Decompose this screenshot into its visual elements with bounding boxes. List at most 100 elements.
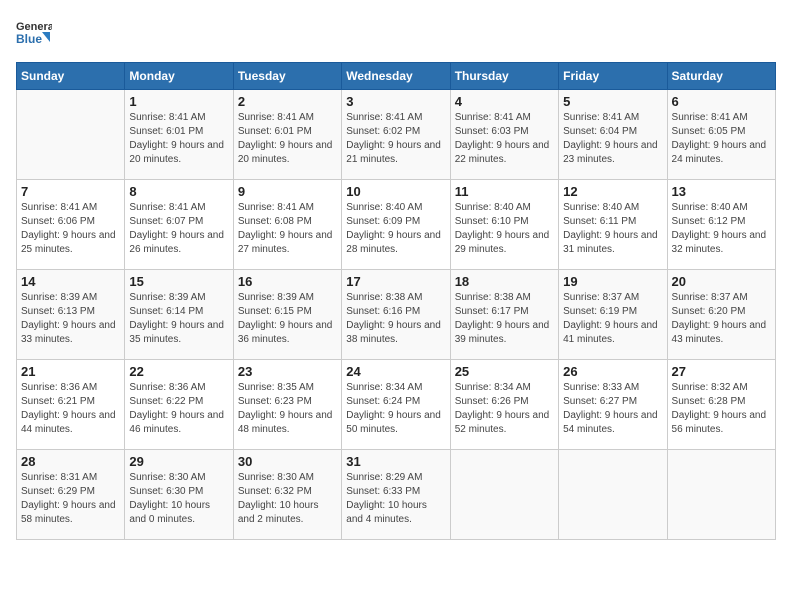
- calendar-week-row: 14Sunrise: 8:39 AMSunset: 6:13 PMDayligh…: [17, 270, 776, 360]
- weekday-header: Monday: [125, 63, 233, 90]
- day-number: 21: [21, 364, 120, 379]
- day-number: 28: [21, 454, 120, 469]
- calendar-cell: 14Sunrise: 8:39 AMSunset: 6:13 PMDayligh…: [17, 270, 125, 360]
- cell-info: Sunrise: 8:41 AMSunset: 6:05 PMDaylight:…: [672, 111, 771, 167]
- day-number: 31: [346, 454, 445, 469]
- day-number: 11: [455, 184, 554, 199]
- calendar-table: SundayMondayTuesdayWednesdayThursdayFrid…: [16, 62, 776, 540]
- calendar-cell: 27 Sunrise: 8:32 AMSunset: 6:28 PMDayligh…: [667, 360, 775, 450]
- calendar-cell: 8Sunrise: 8:41 AMSunset: 6:07 PMDaylight…: [125, 180, 233, 270]
- day-number: 23: [238, 364, 337, 379]
- day-number: 4: [455, 94, 554, 109]
- svg-text:Blue: Blue: [16, 32, 42, 46]
- calendar-cell: 16 Sunrise: 8:39 AMSunset: 6:15 PMDayligh…: [233, 270, 341, 360]
- calendar-cell: 4 Sunrise: 8:41 AMSunset: 6:03 PMDaylight…: [450, 90, 558, 180]
- calendar-header: SundayMondayTuesdayWednesdayThursdayFrid…: [17, 63, 776, 90]
- cell-info: Sunrise: 8:39 AMSunset: 6:15 PMDaylight:…: [238, 291, 337, 347]
- day-number: 16: [238, 274, 337, 289]
- calendar-body: 1 Sunrise: 8:41 AMSunset: 6:01 PMDaylight…: [17, 90, 776, 540]
- calendar-cell: 18 Sunrise: 8:38 AMSunset: 6:17 PMDayligh…: [450, 270, 558, 360]
- day-number: 15: [129, 274, 228, 289]
- day-number: 13: [672, 184, 771, 199]
- cell-info: Sunrise: 8:30 AMSunset: 6:32 PMDaylight:…: [238, 471, 337, 527]
- cell-info: Sunrise: 8:41 AMSunset: 6:01 PMDaylight:…: [238, 111, 337, 167]
- calendar-cell: 29 Sunrise: 8:30 AMSunset: 6:30 PMDayligh…: [125, 450, 233, 540]
- cell-info: Sunrise: 8:41 AMSunset: 6:06 PMDaylight:…: [21, 201, 120, 257]
- cell-info: Sunrise: 8:30 AMSunset: 6:30 PMDaylight:…: [129, 471, 228, 527]
- calendar-cell: 28 Sunrise: 8:31 AMSunset: 6:29 PMDayligh…: [17, 450, 125, 540]
- cell-info: Sunrise: 8:33 AMSunset: 6:27 PMDaylight:…: [563, 381, 662, 437]
- calendar-cell: 20 Sunrise: 8:37 AMSunset: 6:20 PMDayligh…: [667, 270, 775, 360]
- logo-mark: General Blue: [16, 16, 52, 52]
- logo-icon: General Blue: [16, 16, 52, 52]
- day-number: 14: [21, 274, 120, 289]
- day-number: 20: [672, 274, 771, 289]
- calendar-cell: 11 Sunrise: 8:40 AMSunset: 6:10 PMDayligh…: [450, 180, 558, 270]
- calendar-cell: 26 Sunrise: 8:33 AMSunset: 6:27 PMDayligh…: [559, 360, 667, 450]
- logo: General Blue: [16, 16, 52, 52]
- calendar-cell: [667, 450, 775, 540]
- calendar-cell: 22Sunrise: 8:36 AMSunset: 6:22 PMDayligh…: [125, 360, 233, 450]
- page-header: General Blue: [16, 16, 776, 52]
- cell-info: Sunrise: 8:32 AMSunset: 6:28 PMDaylight:…: [672, 381, 771, 437]
- day-number: 7: [21, 184, 120, 199]
- cell-info: Sunrise: 8:35 AMSunset: 6:23 PMDaylight:…: [238, 381, 337, 437]
- cell-info: Sunrise: 8:31 AMSunset: 6:29 PMDaylight:…: [21, 471, 120, 527]
- calendar-week-row: 28 Sunrise: 8:31 AMSunset: 6:29 PMDayligh…: [17, 450, 776, 540]
- cell-info: Sunrise: 8:29 AMSunset: 6:33 PMDaylight:…: [346, 471, 445, 527]
- cell-info: Sunrise: 8:34 AMSunset: 6:24 PMDaylight:…: [346, 381, 445, 437]
- day-number: 17: [346, 274, 445, 289]
- calendar-cell: 13Sunrise: 8:40 AMSunset: 6:12 PMDayligh…: [667, 180, 775, 270]
- calendar-cell: 10 Sunrise: 8:40 AMSunset: 6:09 PMDayligh…: [342, 180, 450, 270]
- day-number: 3: [346, 94, 445, 109]
- weekday-header: Friday: [559, 63, 667, 90]
- calendar-cell: 7 Sunrise: 8:41 AMSunset: 6:06 PMDaylight…: [17, 180, 125, 270]
- day-number: 27: [672, 364, 771, 379]
- cell-info: Sunrise: 8:41 AMSunset: 6:03 PMDaylight:…: [455, 111, 554, 167]
- weekday-header: Sunday: [17, 63, 125, 90]
- calendar-week-row: 7 Sunrise: 8:41 AMSunset: 6:06 PMDaylight…: [17, 180, 776, 270]
- cell-info: Sunrise: 8:37 AMSunset: 6:20 PMDaylight:…: [672, 291, 771, 347]
- calendar-cell: [450, 450, 558, 540]
- calendar-cell: 9 Sunrise: 8:41 AMSunset: 6:08 PMDaylight…: [233, 180, 341, 270]
- day-number: 6: [672, 94, 771, 109]
- calendar-cell: 3 Sunrise: 8:41 AMSunset: 6:02 PMDaylight…: [342, 90, 450, 180]
- day-number: 19: [563, 274, 662, 289]
- calendar-cell: 12 Sunrise: 8:40 AMSunset: 6:11 PMDayligh…: [559, 180, 667, 270]
- weekday-header: Tuesday: [233, 63, 341, 90]
- cell-info: Sunrise: 8:36 AMSunset: 6:21 PMDaylight:…: [21, 381, 120, 437]
- weekday-header: Saturday: [667, 63, 775, 90]
- day-number: 12: [563, 184, 662, 199]
- day-number: 2: [238, 94, 337, 109]
- day-number: 1: [129, 94, 228, 109]
- cell-info: Sunrise: 8:41 AMSunset: 6:02 PMDaylight:…: [346, 111, 445, 167]
- calendar-cell: 1 Sunrise: 8:41 AMSunset: 6:01 PMDaylight…: [125, 90, 233, 180]
- cell-info: Sunrise: 8:37 AMSunset: 6:19 PMDaylight:…: [563, 291, 662, 347]
- cell-info: Sunrise: 8:40 AMSunset: 6:09 PMDaylight:…: [346, 201, 445, 257]
- calendar-cell: 21 Sunrise: 8:36 AMSunset: 6:21 PMDayligh…: [17, 360, 125, 450]
- cell-info: Sunrise: 8:40 AMSunset: 6:10 PMDaylight:…: [455, 201, 554, 257]
- day-number: 9: [238, 184, 337, 199]
- calendar-cell: 25Sunrise: 8:34 AMSunset: 6:26 PMDayligh…: [450, 360, 558, 450]
- calendar-cell: 23 Sunrise: 8:35 AMSunset: 6:23 PMDayligh…: [233, 360, 341, 450]
- day-number: 5: [563, 94, 662, 109]
- day-number: 30: [238, 454, 337, 469]
- cell-info: Sunrise: 8:38 AMSunset: 6:17 PMDaylight:…: [455, 291, 554, 347]
- weekday-header: Wednesday: [342, 63, 450, 90]
- cell-info: Sunrise: 8:40 AMSunset: 6:11 PMDaylight:…: [563, 201, 662, 257]
- calendar-cell: 17 Sunrise: 8:38 AMSunset: 6:16 PMDayligh…: [342, 270, 450, 360]
- calendar-week-row: 1 Sunrise: 8:41 AMSunset: 6:01 PMDaylight…: [17, 90, 776, 180]
- cell-info: Sunrise: 8:39 AMSunset: 6:14 PMDaylight:…: [129, 291, 228, 347]
- day-number: 18: [455, 274, 554, 289]
- cell-info: Sunrise: 8:38 AMSunset: 6:16 PMDaylight:…: [346, 291, 445, 347]
- calendar-cell: 5 Sunrise: 8:41 AMSunset: 6:04 PMDaylight…: [559, 90, 667, 180]
- calendar-cell: 15 Sunrise: 8:39 AMSunset: 6:14 PMDayligh…: [125, 270, 233, 360]
- cell-info: Sunrise: 8:36 AMSunset: 6:22 PMDaylight:…: [129, 381, 228, 437]
- cell-info: Sunrise: 8:41 AMSunset: 6:08 PMDaylight:…: [238, 201, 337, 257]
- cell-info: Sunrise: 8:41 AMSunset: 6:04 PMDaylight:…: [563, 111, 662, 167]
- day-number: 26: [563, 364, 662, 379]
- day-number: 29: [129, 454, 228, 469]
- cell-info: Sunrise: 8:41 AMSunset: 6:01 PMDaylight:…: [129, 111, 228, 167]
- day-number: 10: [346, 184, 445, 199]
- day-number: 24: [346, 364, 445, 379]
